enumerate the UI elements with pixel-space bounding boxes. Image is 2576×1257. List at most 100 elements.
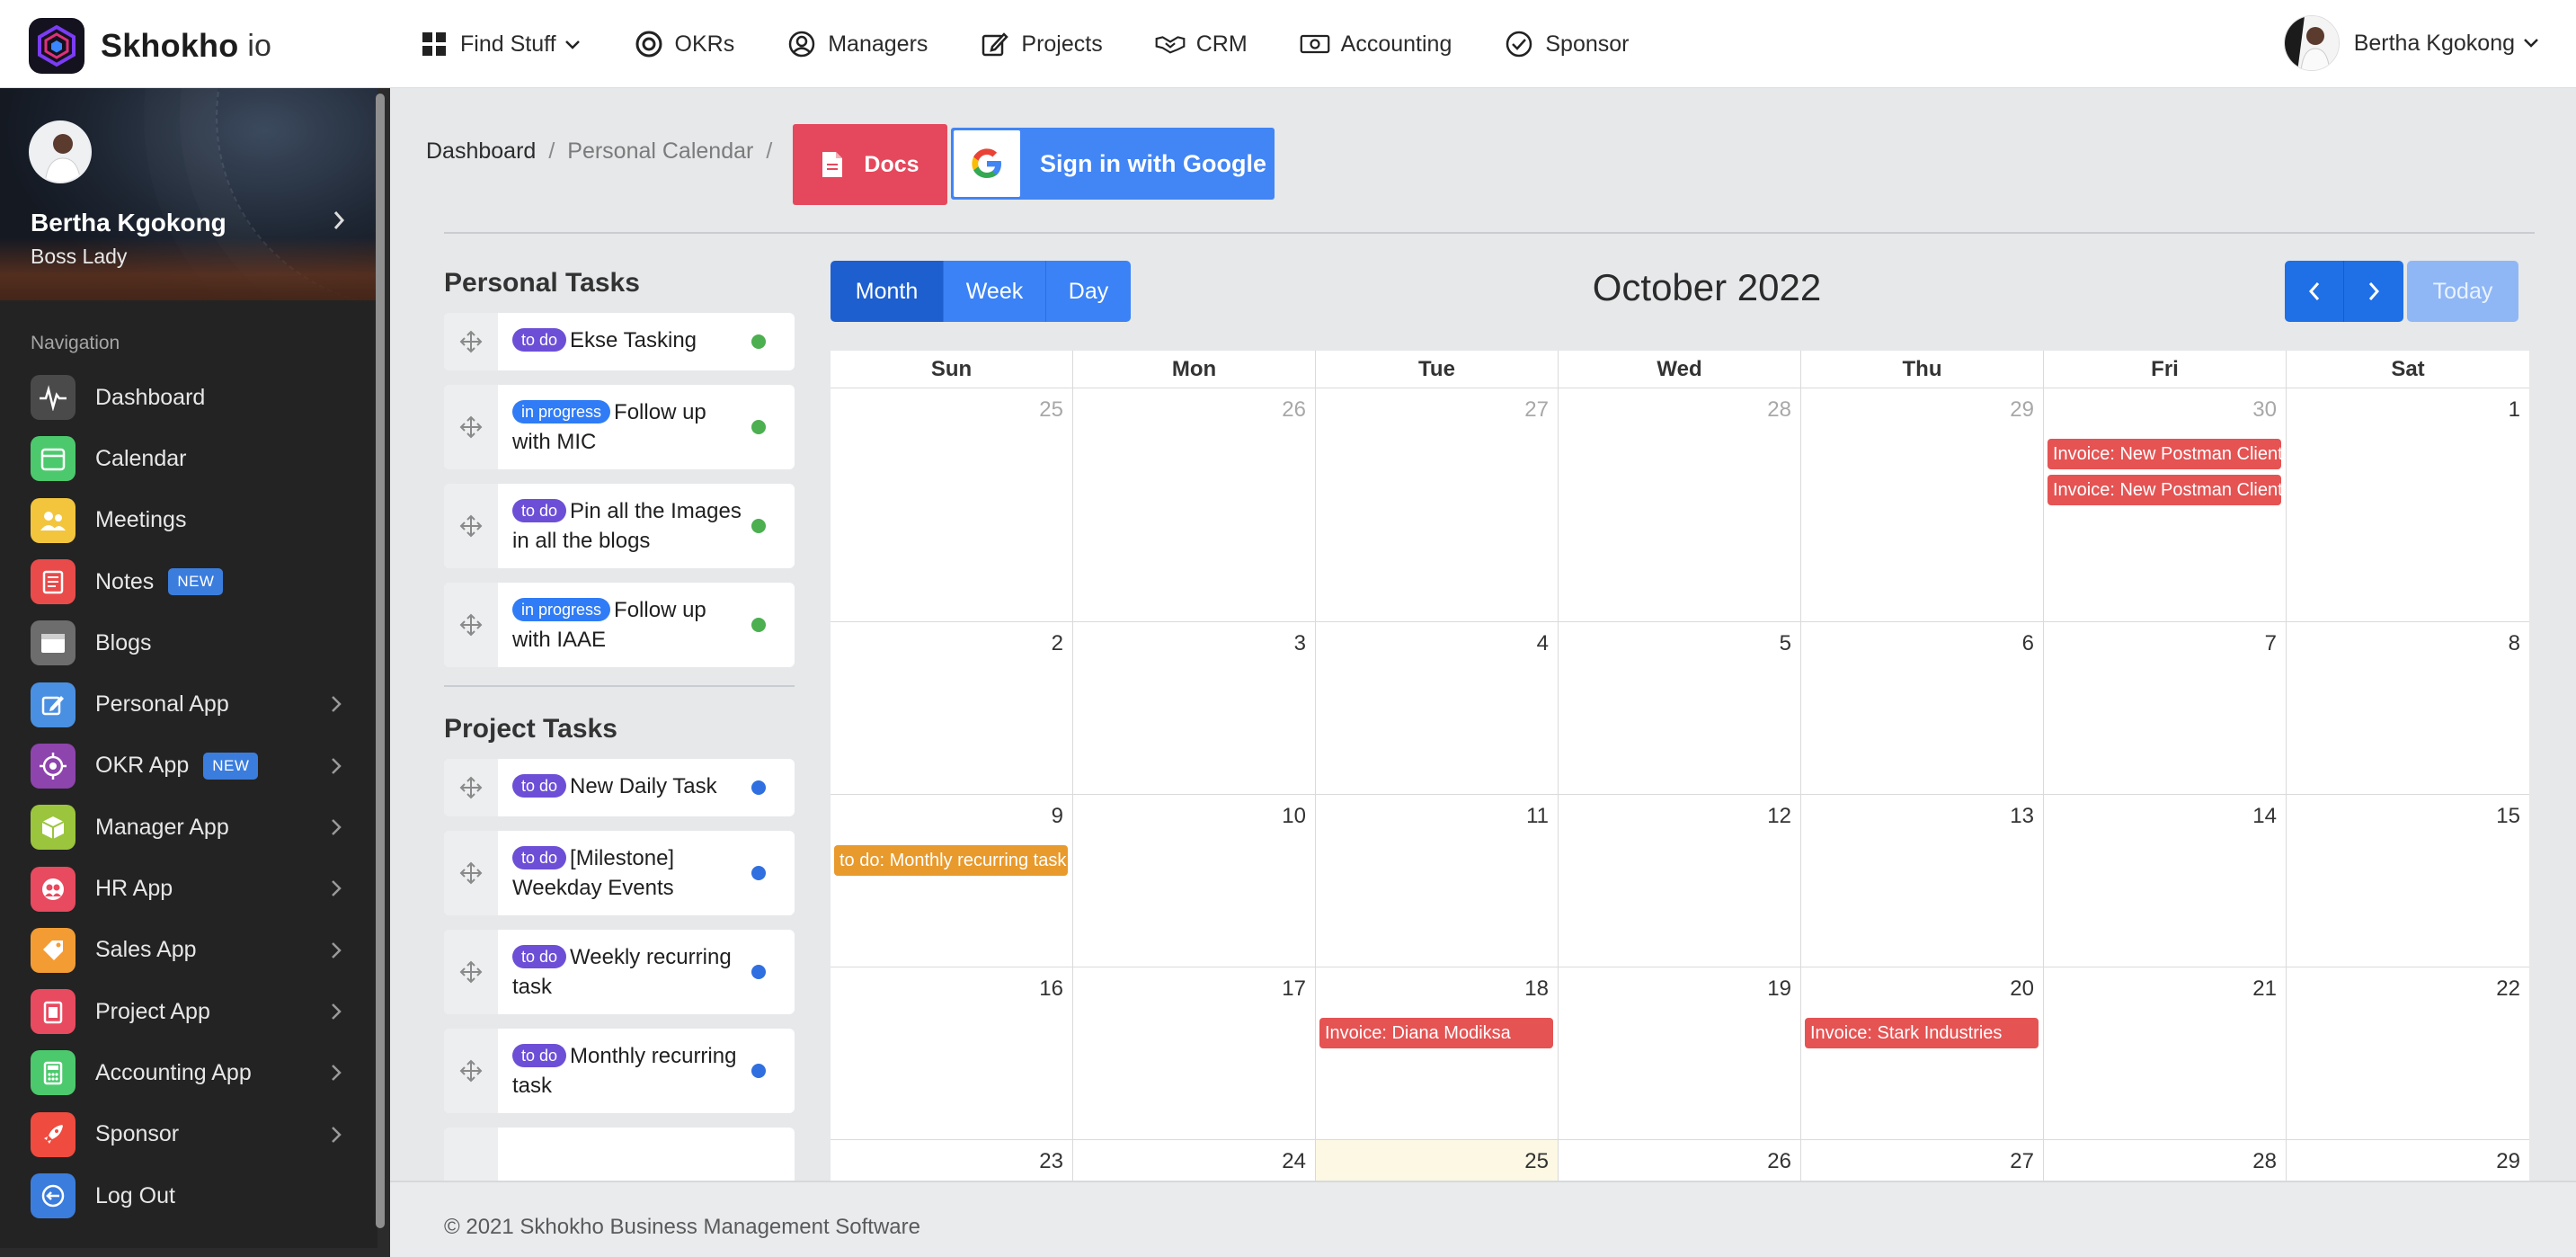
calendar-day[interactable]: 25 bbox=[831, 388, 1073, 621]
calendar-day[interactable]: 27 bbox=[1316, 388, 1559, 621]
task-card[interactable]: to do Ekse Tasking bbox=[444, 313, 795, 370]
sidebar-item-accounting-app[interactable]: Accounting App bbox=[0, 1042, 378, 1103]
sidebar-item-log-out[interactable]: Log Out bbox=[0, 1165, 378, 1226]
next-month-button[interactable] bbox=[2344, 261, 2403, 322]
drag-handle-icon[interactable] bbox=[444, 583, 498, 667]
calendar-day[interactable]: 29 bbox=[2287, 1140, 2529, 1181]
sidebar-item-project-app[interactable]: Project App bbox=[0, 981, 378, 1042]
sidebar-profile[interactable]: Bertha Kgokong Boss Lady bbox=[0, 88, 378, 300]
sidebar-item-sales-app[interactable]: Sales App bbox=[0, 920, 378, 981]
calendar-day[interactable]: 19 bbox=[1559, 967, 1801, 1139]
calendar-event[interactable]: Invoice: Stark Industries bbox=[1805, 1018, 2039, 1048]
sidebar-item-okr-app[interactable]: OKR App NEW bbox=[0, 735, 378, 797]
chevron-right-icon bbox=[324, 753, 349, 779]
calendar-day[interactable]: 7 bbox=[2044, 622, 2287, 794]
calendar-day[interactable]: 16 bbox=[831, 967, 1073, 1139]
nav-projects[interactable]: Projects bbox=[980, 29, 1103, 59]
task-card[interactable]: in progress Follow up with IAAE bbox=[444, 583, 795, 667]
nav-find-stuff[interactable]: Find Stuff bbox=[419, 29, 582, 59]
nav-accounting[interactable]: Accounting bbox=[1300, 29, 1452, 59]
calendar-week: 16 17 18 Invoice: Diana Modiksa 19 20 In… bbox=[831, 967, 2529, 1140]
drag-handle-icon[interactable] bbox=[444, 385, 498, 469]
chevron-down-icon bbox=[564, 31, 582, 58]
drag-handle-icon[interactable] bbox=[444, 484, 498, 568]
calendar-day[interactable]: 6 bbox=[1801, 622, 2044, 794]
breadcrumb-dashboard[interactable]: Dashboard bbox=[426, 138, 536, 165]
calendar-day[interactable]: 24 bbox=[1073, 1140, 1316, 1181]
calendar-day[interactable]: 1 bbox=[2287, 388, 2529, 621]
calendar-day[interactable]: 2 bbox=[831, 622, 1073, 794]
calendar-day[interactable]: 15 bbox=[2287, 795, 2529, 967]
nav-crm[interactable]: CRM bbox=[1155, 29, 1248, 59]
calendar-day[interactable]: 21 bbox=[2044, 967, 2287, 1139]
sidebar-item-notes[interactable]: Notes NEW bbox=[0, 551, 378, 612]
sidebar-scrollbar-thumb[interactable] bbox=[376, 94, 385, 1228]
chevron-right-icon[interactable] bbox=[325, 207, 352, 234]
day-number: 24 bbox=[1282, 1149, 1306, 1173]
brand[interactable]: Skhokho io bbox=[29, 18, 271, 74]
sidebar-item-meetings[interactable]: Meetings bbox=[0, 490, 378, 551]
calendar-day[interactable]: 26 bbox=[1559, 1140, 1801, 1181]
drag-handle-icon[interactable] bbox=[444, 759, 498, 816]
task-card[interactable] bbox=[444, 1128, 795, 1181]
task-card[interactable]: to do Monthly recurring task bbox=[444, 1029, 795, 1113]
calendar-day[interactable]: 10 bbox=[1073, 795, 1316, 967]
calendar-event[interactable]: Invoice: New Postman Client bbox=[2047, 475, 2281, 505]
calendar-day[interactable]: 3 bbox=[1073, 622, 1316, 794]
sidebar-item-personal-app[interactable]: Personal App bbox=[0, 673, 378, 735]
calendar-event[interactable]: to do: Monthly recurring task bbox=[834, 845, 1068, 876]
calendar-week: 23 24 25 26 27 28 29 bbox=[831, 1140, 2529, 1181]
calendar-day[interactable]: 29 bbox=[1801, 388, 2044, 621]
day-number: 17 bbox=[1282, 976, 1306, 1001]
calendar-day[interactable]: 18 Invoice: Diana Modiksa bbox=[1316, 967, 1559, 1139]
calendar-day[interactable]: 4 bbox=[1316, 622, 1559, 794]
drag-handle-icon[interactable] bbox=[444, 930, 498, 1014]
calendar-day[interactable]: 27 bbox=[1801, 1140, 2044, 1181]
calendar-day[interactable]: 5 bbox=[1559, 622, 1801, 794]
calendar-day[interactable]: 28 bbox=[1559, 388, 1801, 621]
calendar-day-today[interactable]: 25 bbox=[1316, 1140, 1559, 1181]
calendar-day[interactable]: 9 to do: Monthly recurring task bbox=[831, 795, 1073, 967]
calendar-day[interactable]: 30 Invoice: New Postman Client Invoice: … bbox=[2044, 388, 2287, 621]
sidebar-item-calendar[interactable]: Calendar bbox=[0, 428, 378, 489]
calendar-day[interactable]: 13 bbox=[1801, 795, 2044, 967]
cube-icon bbox=[31, 805, 76, 851]
calendar-day[interactable]: 14 bbox=[2044, 795, 2287, 967]
drag-handle-icon[interactable] bbox=[444, 1029, 498, 1113]
sidebar-item-sponsor[interactable]: Sponsor bbox=[0, 1104, 378, 1165]
user-menu[interactable]: Bertha Kgokong bbox=[2283, 14, 2540, 72]
task-card[interactable]: to do New Daily Task bbox=[444, 759, 795, 816]
new-badge: NEW bbox=[203, 752, 259, 780]
calendar-day[interactable]: 22 bbox=[2287, 967, 2529, 1139]
calendar-day[interactable]: 20 Invoice: Stark Industries bbox=[1801, 967, 2044, 1139]
sidebar-item-hr-app[interactable]: HR App bbox=[0, 858, 378, 919]
drag-handle-icon[interactable] bbox=[444, 831, 498, 915]
google-sign-in-button[interactable]: Sign in with Google bbox=[951, 128, 1275, 200]
nav-managers[interactable]: Managers bbox=[786, 29, 928, 59]
today-button[interactable]: Today bbox=[2407, 261, 2518, 322]
drag-handle-icon[interactable] bbox=[444, 313, 498, 370]
prev-month-button[interactable] bbox=[2285, 261, 2344, 322]
weekday-label: Sun bbox=[831, 351, 1073, 388]
docs-button[interactable]: Docs bbox=[793, 124, 947, 205]
calendar-day[interactable]: 8 bbox=[2287, 622, 2529, 794]
calendar-day[interactable]: 23 bbox=[831, 1140, 1073, 1181]
sidebar-item-blogs[interactable]: Blogs bbox=[0, 612, 378, 673]
task-card[interactable]: to do Pin all the Images in all the blogs bbox=[444, 484, 795, 568]
drag-handle-icon[interactable] bbox=[444, 1128, 498, 1181]
task-card[interactable]: in progress Follow up with MIC bbox=[444, 385, 795, 469]
calendar-day[interactable]: 17 bbox=[1073, 967, 1316, 1139]
sidebar-item-dashboard[interactable]: Dashboard bbox=[0, 367, 378, 428]
calendar-day[interactable]: 28 bbox=[2044, 1140, 2287, 1181]
nav-sponsor[interactable]: Sponsor bbox=[1504, 29, 1629, 59]
calendar-event[interactable]: Invoice: New Postman Client bbox=[2047, 439, 2281, 469]
task-card[interactable]: to do Weekly recurring task bbox=[444, 930, 795, 1014]
nav-okrs[interactable]: OKRs bbox=[634, 29, 734, 59]
calendar-day[interactable]: 26 bbox=[1073, 388, 1316, 621]
calendar-day[interactable]: 11 bbox=[1316, 795, 1559, 967]
calendar-day[interactable]: 12 bbox=[1559, 795, 1801, 967]
sidebar-item-manager-app[interactable]: Manager App bbox=[0, 797, 378, 858]
calendar-event[interactable]: Invoice: Diana Modiksa bbox=[1319, 1018, 1553, 1048]
task-card[interactable]: to do [Milestone] Weekday Events bbox=[444, 831, 795, 915]
day-number: 30 bbox=[2252, 397, 2277, 422]
